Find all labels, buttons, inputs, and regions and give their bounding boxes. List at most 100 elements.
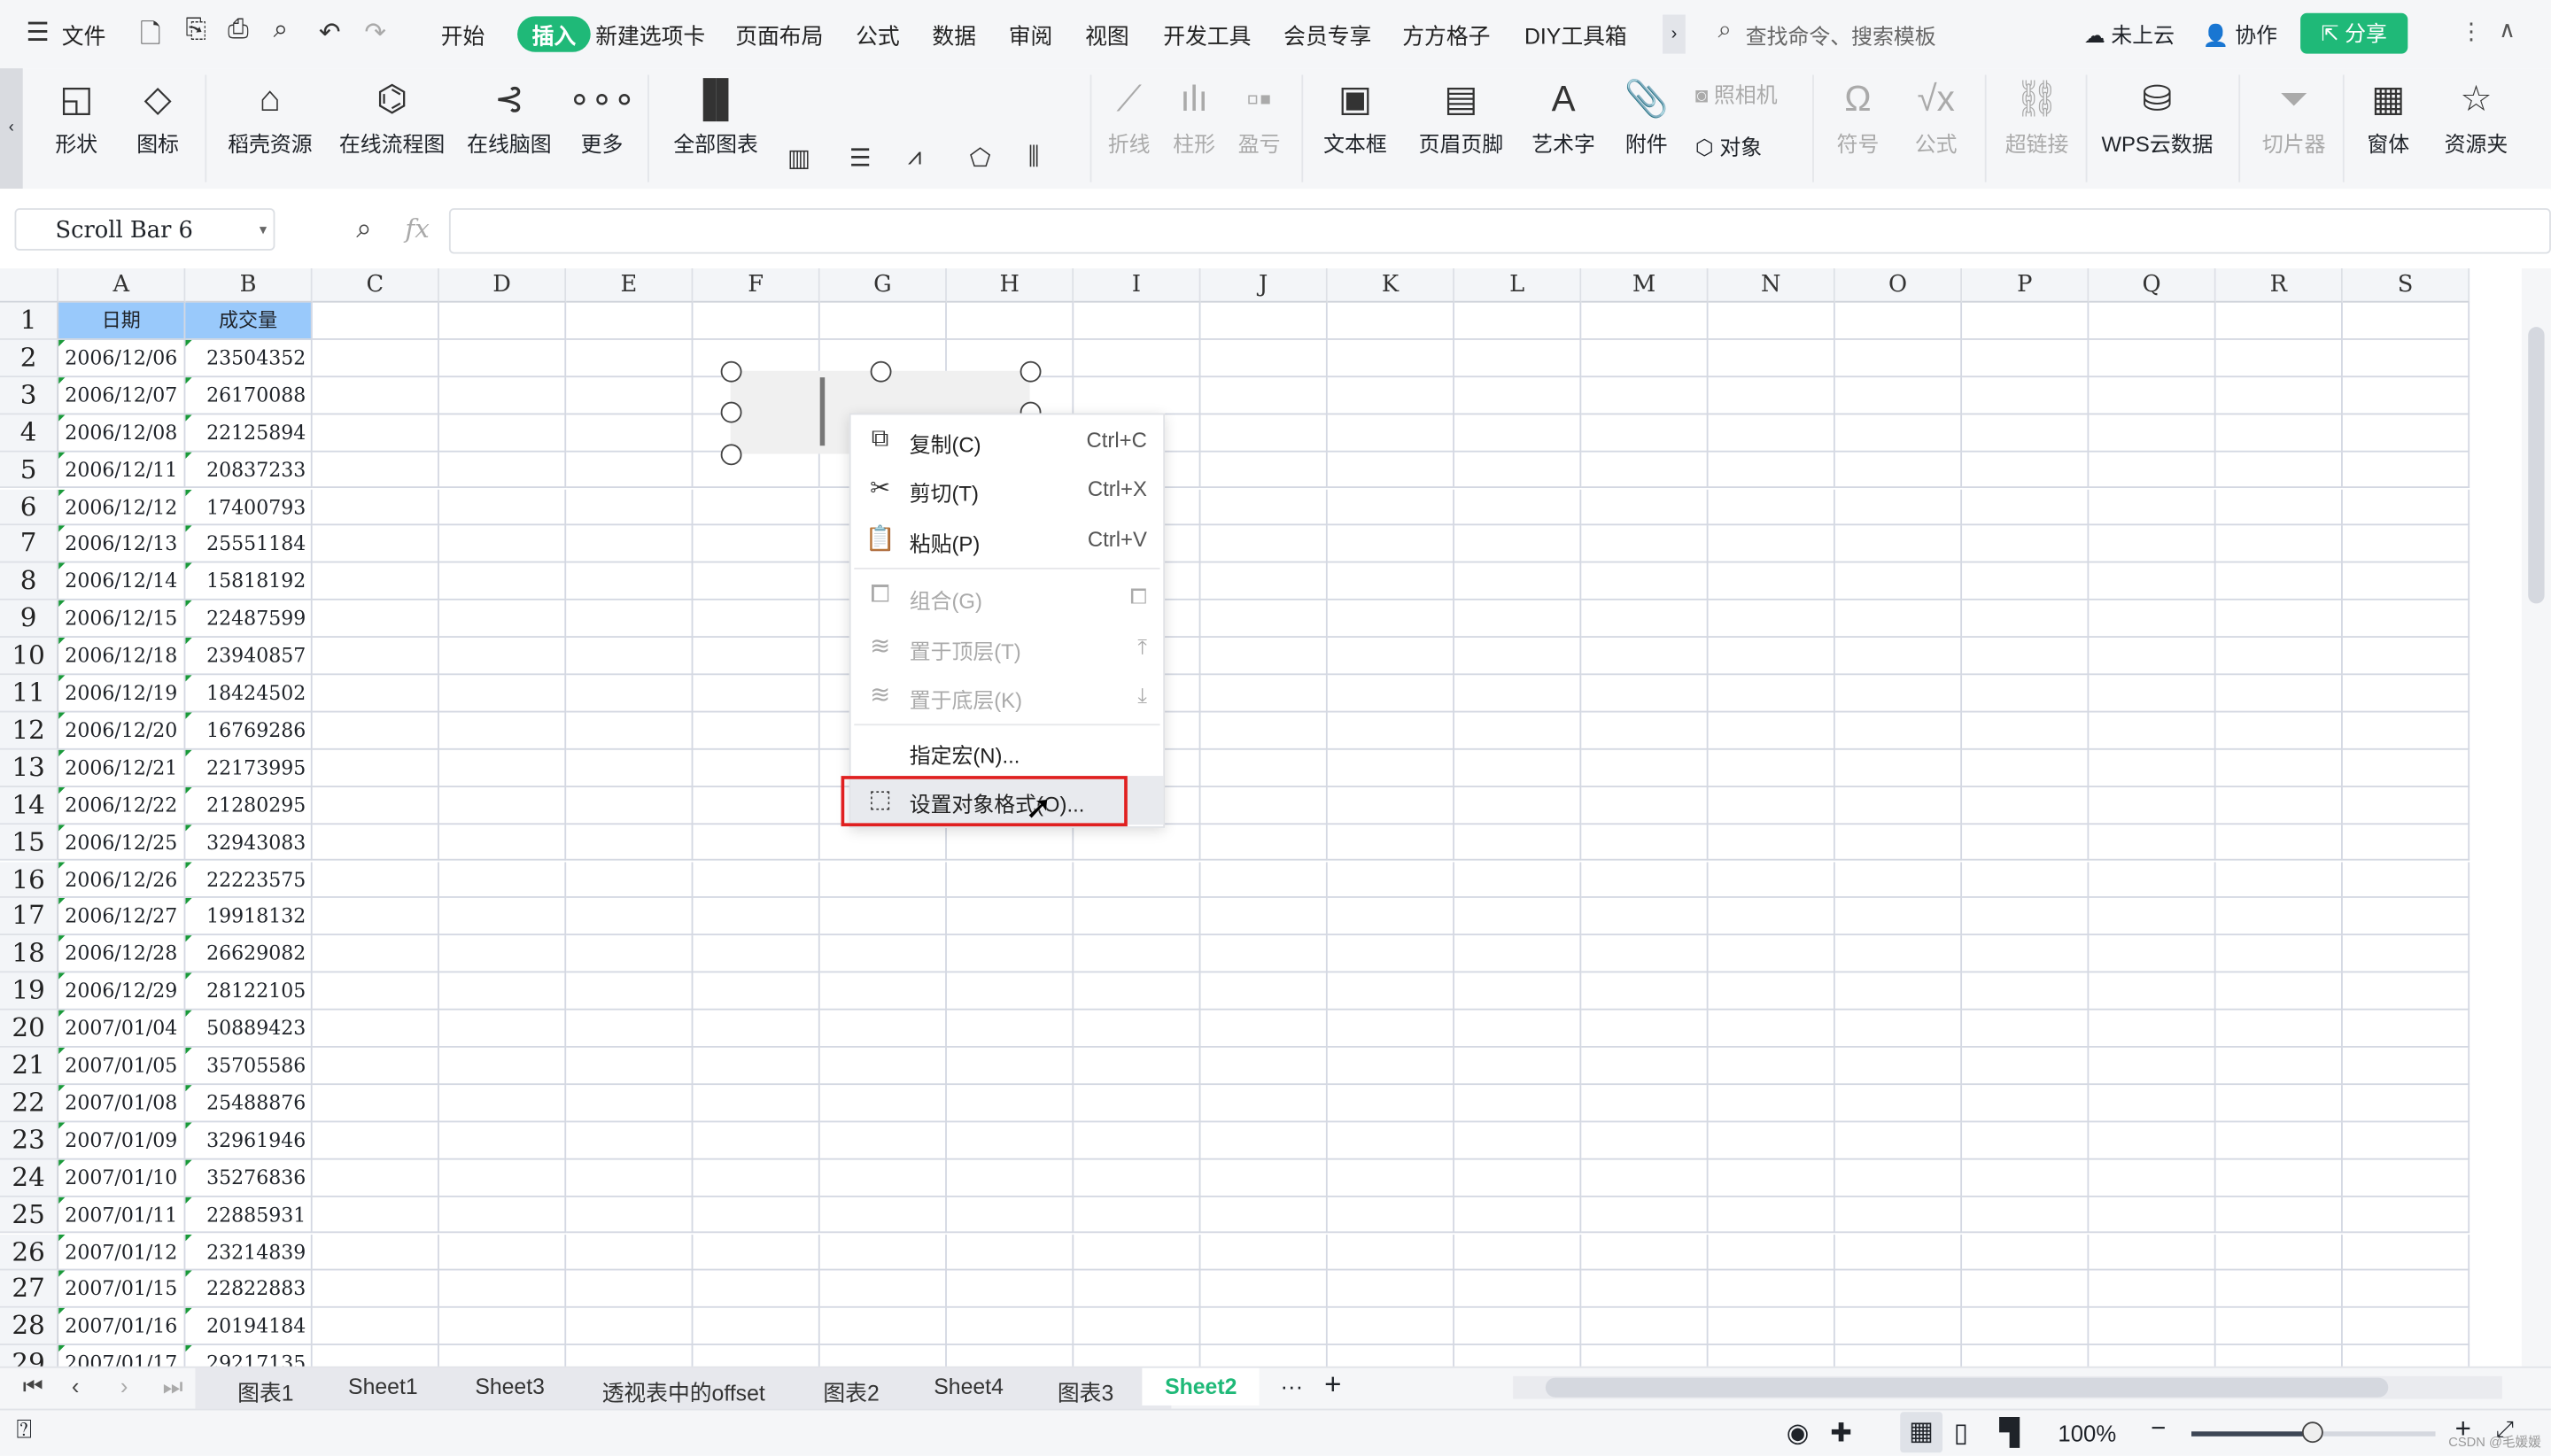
cell-S19[interactable] (2342, 972, 2470, 1011)
page-layout-view-icon[interactable]: ▯ (1954, 1417, 1968, 1450)
cell-J2[interactable] (1200, 339, 1328, 377)
cell-C15[interactable] (312, 824, 439, 862)
menu-item-bring-to-front[interactable]: ≋ 置于顶层(T) ⤒ (851, 623, 1164, 671)
cell-G21[interactable] (819, 1047, 947, 1085)
cell-E12[interactable] (566, 712, 694, 750)
cell-F23[interactable] (693, 1121, 820, 1159)
cell-N16[interactable] (1708, 861, 1835, 899)
cell-J13[interactable] (1200, 749, 1328, 787)
cell-L20[interactable] (1454, 1010, 1582, 1048)
cell-O16[interactable] (1834, 861, 1963, 899)
column-header-J[interactable]: J (1200, 268, 1328, 303)
cell-N26[interactable] (1708, 1234, 1835, 1272)
cell-O7[interactable] (1834, 525, 1963, 564)
eye-protection-icon[interactable]: ◉ (1787, 1417, 1810, 1450)
cell-C26[interactable] (312, 1234, 439, 1272)
print-preview-icon[interactable]: ⌕ (274, 16, 288, 45)
cell-J22[interactable] (1200, 1084, 1328, 1122)
vertical-scrollbar-thumb[interactable] (2528, 327, 2545, 604)
cell-L4[interactable] (1454, 414, 1582, 452)
cell-I27[interactable] (1074, 1271, 1201, 1309)
resize-handle[interactable] (870, 360, 892, 383)
cell-R20[interactable] (2215, 1010, 2343, 1048)
cell-S11[interactable] (2342, 675, 2470, 713)
share-button[interactable]: ⇱ 分享 (2300, 12, 2408, 54)
cell-F17[interactable] (693, 898, 820, 936)
row-header[interactable]: 4 (0, 414, 59, 452)
cell-K21[interactable] (1327, 1047, 1455, 1085)
cell-P23[interactable] (1962, 1121, 2090, 1159)
cell-A18[interactable]: 2006/12/28 (58, 935, 186, 973)
cell-O8[interactable] (1834, 563, 1963, 601)
prev-sheet-icon[interactable]: ‹ (72, 1373, 80, 1398)
cell-M16[interactable] (1581, 861, 1709, 899)
cell-L3[interactable] (1454, 376, 1582, 414)
cell-L6[interactable] (1454, 488, 1582, 526)
column-header-N[interactable]: N (1708, 268, 1835, 303)
cell-D22[interactable] (438, 1084, 567, 1122)
cell-C2[interactable] (312, 339, 439, 377)
cell-K12[interactable] (1327, 712, 1455, 750)
cell-C9[interactable] (312, 600, 439, 639)
cell-B3[interactable]: 26170088 (185, 376, 313, 414)
cell-B7[interactable]: 25551184 (185, 525, 313, 564)
cell-M20[interactable] (1581, 1010, 1709, 1048)
cell-F9[interactable] (693, 600, 820, 639)
cell-N25[interactable] (1708, 1197, 1835, 1235)
menu-item-cut[interactable]: ✂ 剪切(T) Ctrl+X (851, 465, 1164, 514)
cell-A24[interactable]: 2007/01/10 (58, 1158, 186, 1197)
cell-B15[interactable]: 32943083 (185, 824, 313, 862)
more-button[interactable]: ∘∘∘ 更多 (566, 74, 638, 158)
cell-N8[interactable] (1708, 563, 1835, 601)
cell-J12[interactable] (1200, 712, 1328, 750)
cell-K22[interactable] (1327, 1084, 1455, 1122)
cell-R7[interactable] (2215, 525, 2343, 564)
row-header[interactable]: 16 (0, 861, 59, 899)
cell-J5[interactable] (1200, 451, 1328, 489)
cell-C28[interactable] (312, 1308, 439, 1346)
cell-B5[interactable]: 20837233 (185, 451, 313, 489)
cell-Q10[interactable] (2089, 638, 2216, 676)
sheet-tab[interactable]: Sheet2 (1142, 1367, 1260, 1406)
cell-C6[interactable] (312, 488, 439, 526)
cell-J28[interactable] (1200, 1308, 1328, 1346)
cell-H26[interactable] (946, 1234, 1074, 1272)
cell-D20[interactable] (438, 1010, 567, 1048)
cell-N22[interactable] (1708, 1084, 1835, 1122)
cell-O27[interactable] (1834, 1271, 1963, 1309)
cell-B17[interactable]: 19918132 (185, 898, 313, 936)
cell-S25[interactable] (2342, 1197, 2470, 1235)
cell-N3[interactable] (1708, 376, 1835, 414)
cell-B28[interactable]: 20194184 (185, 1308, 313, 1346)
cell-R3[interactable] (2215, 376, 2343, 414)
cell-J25[interactable] (1200, 1197, 1328, 1235)
cell-Q16[interactable] (2089, 861, 2216, 899)
cell-D28[interactable] (438, 1308, 567, 1346)
cell-C13[interactable] (312, 749, 439, 787)
cell-K1[interactable] (1327, 302, 1455, 340)
cell-E7[interactable] (566, 525, 694, 564)
row-header[interactable]: 3 (0, 376, 59, 414)
cell-B10[interactable]: 23940857 (185, 638, 313, 676)
cell-C7[interactable] (312, 525, 439, 564)
cell-R27[interactable] (2215, 1271, 2343, 1309)
cell-S26[interactable] (2342, 1234, 2470, 1272)
page-break-view-icon[interactable]: ▜ (1999, 1417, 2020, 1450)
cell-D21[interactable] (438, 1047, 567, 1085)
cell-S5[interactable] (2342, 451, 2470, 489)
cell-D18[interactable] (438, 935, 567, 973)
cell-G17[interactable] (819, 898, 947, 936)
sheet-tab[interactable]: Sheet4 (934, 1375, 1004, 1399)
cell-N4[interactable] (1708, 414, 1835, 452)
cell-S15[interactable] (2342, 824, 2470, 862)
cell-K4[interactable] (1327, 414, 1455, 452)
cell-R8[interactable] (2215, 563, 2343, 601)
cell-D13[interactable] (438, 749, 567, 787)
cell-C11[interactable] (312, 675, 439, 713)
row-header[interactable]: 1 (0, 302, 59, 340)
cell-O6[interactable] (1834, 488, 1963, 526)
cell-A26[interactable]: 2007/01/12 (58, 1234, 186, 1272)
column-header-M[interactable]: M (1581, 268, 1709, 303)
cell-S12[interactable] (2342, 712, 2470, 750)
cell-J23[interactable] (1200, 1121, 1328, 1159)
